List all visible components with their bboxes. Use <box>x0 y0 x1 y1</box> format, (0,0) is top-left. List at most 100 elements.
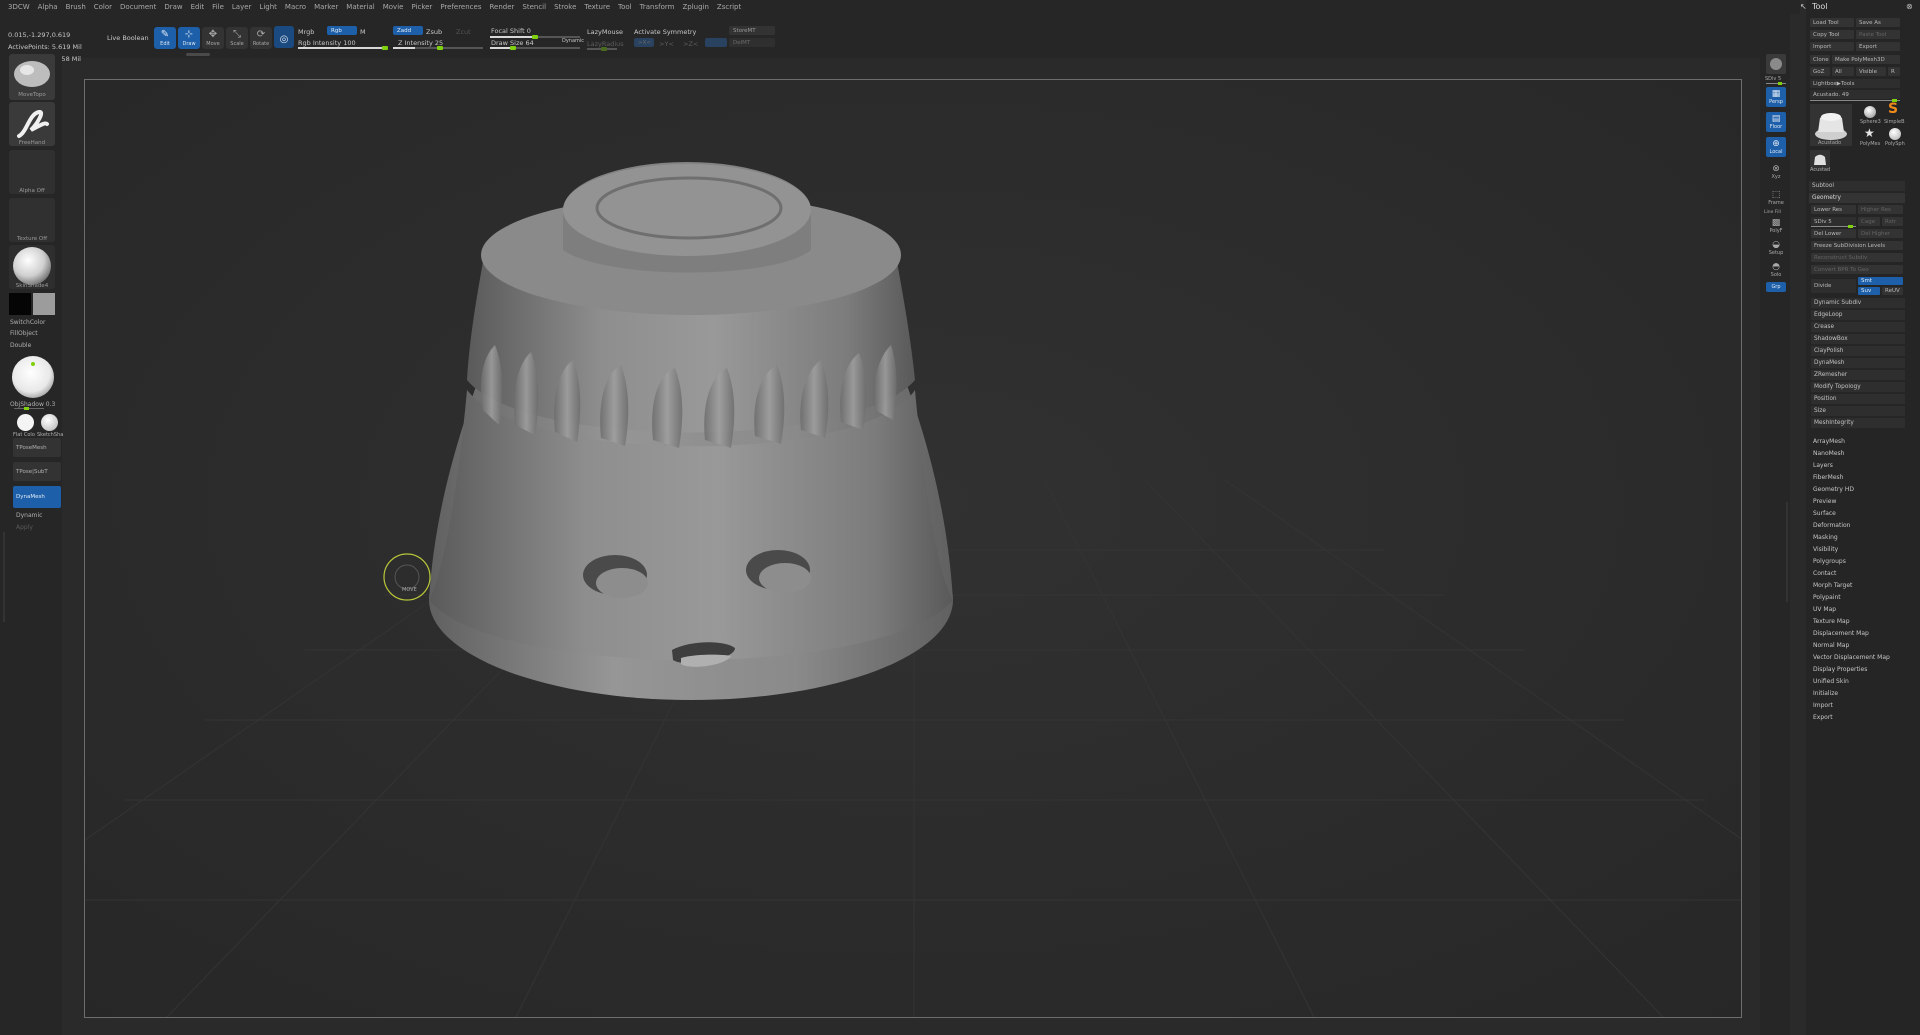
storemt-button[interactable]: StoreMT <box>729 26 775 35</box>
menu-item-picker[interactable]: Picker <box>411 3 432 11</box>
objshadow-slider[interactable] <box>14 407 44 410</box>
current-tool-slider[interactable]: Acustado. 49 <box>1810 90 1900 99</box>
clone-button[interactable]: Clone <box>1810 55 1830 64</box>
section-contact[interactable]: Contact <box>1813 570 1836 577</box>
rgb-button[interactable]: Rgb <box>327 26 357 35</box>
smt-button[interactable]: Smt <box>1858 277 1903 285</box>
geometry-item-position[interactable]: Position <box>1811 394 1905 405</box>
simplebrush-icon[interactable]: S <box>1888 101 1898 117</box>
menu-item-zplugin[interactable]: Zplugin <box>682 3 708 11</box>
goz-r-button[interactable]: R <box>1888 67 1900 76</box>
section-polypaint[interactable]: Polypaint <box>1813 594 1841 601</box>
rgb-intensity-track[interactable] <box>298 46 388 50</box>
del-higher-button[interactable]: Del Higher <box>1858 229 1903 238</box>
subtool-section[interactable]: Subtool <box>1809 181 1905 192</box>
del-lower-button[interactable]: Del Lower <box>1811 229 1856 238</box>
menu-item-layer[interactable]: Layer <box>232 3 252 11</box>
grp-button[interactable]: Grp <box>1766 282 1786 292</box>
geometry-item-crease[interactable]: Crease <box>1811 322 1905 333</box>
section-polygroups[interactable]: Polygroups <box>1813 558 1846 565</box>
freeze-subdivision-button[interactable]: Freeze SubDivision Levels <box>1811 241 1903 250</box>
sdiv-slider[interactable] <box>1766 82 1786 85</box>
section-geometry-hd[interactable]: Geometry HD <box>1813 486 1854 493</box>
live-boolean-button[interactable]: Live Boolean <box>107 34 149 42</box>
goz-button[interactable]: GoZ <box>1810 67 1830 76</box>
mrgb-button[interactable]: Mrgb <box>298 28 314 36</box>
floor-button[interactable]: ▤ Floor <box>1766 112 1786 132</box>
current-tool-slider-track[interactable] <box>1810 99 1900 102</box>
focal-shift-slider[interactable]: Focal Shift 0 <box>491 27 531 35</box>
zadd-button[interactable]: Zadd <box>393 26 423 35</box>
xyz-button[interactable]: ⊗ Xyz <box>1766 162 1786 182</box>
menu-item-draw[interactable]: Draw <box>164 3 182 11</box>
gizmo-button[interactable]: ◎ <box>274 26 294 48</box>
section-surface[interactable]: Surface <box>1813 510 1836 517</box>
left-scroll-handle[interactable] <box>3 532 5 622</box>
section-export[interactable]: Export <box>1813 714 1833 721</box>
paste-tool-button[interactable]: Paste Tool <box>1856 30 1900 39</box>
section-masking[interactable]: Masking <box>1813 534 1838 541</box>
lazymouse-button[interactable]: LazyMouse <box>587 28 623 36</box>
zcut-button[interactable]: Zcut <box>456 28 471 36</box>
section-visibility[interactable]: Visibility <box>1813 546 1838 553</box>
section-preview[interactable]: Preview <box>1813 498 1836 505</box>
apply-button[interactable]: Apply <box>16 524 33 531</box>
frame-button[interactable]: ⬚ Frame <box>1766 188 1786 208</box>
secondary-color-swatch[interactable] <box>33 293 55 315</box>
setup-button[interactable]: ◒ Setup <box>1766 238 1786 258</box>
section-texture-map[interactable]: Texture Map <box>1813 618 1850 625</box>
geometry-item-zremesher[interactable]: ZRemesher <box>1811 370 1905 381</box>
objshadow-dial[interactable] <box>10 354 56 400</box>
menu-item-file[interactable]: File <box>212 3 224 11</box>
solo-button[interactable]: ◓ Solo <box>1766 260 1786 280</box>
menu-item-material[interactable]: Material <box>346 3 374 11</box>
convert-bpr-button[interactable]: Convert BPR To Geo <box>1811 265 1903 274</box>
geometry-item-size[interactable]: Size <box>1811 406 1905 417</box>
menu-item-tool[interactable]: Tool <box>618 3 632 11</box>
persp-button[interactable]: ▦ Persp <box>1766 87 1786 107</box>
zsub-button[interactable]: Zsub <box>426 28 442 36</box>
bpr-render-button[interactable] <box>1766 54 1786 74</box>
dynamic-subdiv-button[interactable]: Dynamic <box>16 512 42 519</box>
local-button[interactable]: ⊕ Local <box>1766 137 1786 157</box>
menu-item-color[interactable]: Color <box>94 3 112 11</box>
sketch-shaded-sphere-icon[interactable] <box>41 414 58 431</box>
rgb-intensity-slider[interactable]: Rgb Intensity 100 <box>298 39 356 47</box>
tposemesh-button[interactable]: TPoseMesh <box>13 438 61 457</box>
dynamic-button[interactable]: Dynamic <box>562 38 584 44</box>
menu-item-3dcw[interactable]: 3DCW <box>8 3 30 11</box>
geometry-item-claypolish[interactable]: ClayPolish <box>1811 346 1905 357</box>
menu-item-marker[interactable]: Marker <box>314 3 338 11</box>
m-button[interactable]: M <box>360 28 366 36</box>
geometry-item-modify-topology[interactable]: Modify Topology <box>1811 382 1905 393</box>
panel-close-icon[interactable]: ⊗ <box>1906 2 1913 11</box>
section-nanomesh[interactable]: NanoMesh <box>1813 450 1844 457</box>
move-button[interactable]: ✥ Move <box>202 27 224 49</box>
menu-item-movie[interactable]: Movie <box>383 3 404 11</box>
fill-object-button[interactable]: FillObject <box>10 330 38 337</box>
save-as-button[interactable]: Save As <box>1856 18 1900 27</box>
rotate-button[interactable]: ⟳ Rotate <box>250 27 272 49</box>
goz-all-button[interactable]: All <box>1832 67 1854 76</box>
tpose-subt-button[interactable]: TPose|SubT <box>13 462 61 481</box>
make-polymesh-button[interactable]: Make PolyMesh3D <box>1832 55 1900 64</box>
import-button[interactable]: Import <box>1810 42 1854 51</box>
section-arraymesh[interactable]: ArrayMesh <box>1813 438 1845 445</box>
reuv-button[interactable]: ReUV <box>1882 287 1903 295</box>
goz-visible-button[interactable]: Visible <box>1856 67 1886 76</box>
geometry-item-meshintegrity[interactable]: MeshIntegrity <box>1811 418 1905 429</box>
symmetry-y-button[interactable]: >Y< <box>659 40 674 48</box>
activate-symmetry-button[interactable]: Activate Symmetry <box>634 28 696 36</box>
section-morph-target[interactable]: Morph Target <box>1813 582 1852 589</box>
section-display-properties[interactable]: Display Properties <box>1813 666 1867 673</box>
z-intensity-track[interactable] <box>393 46 483 50</box>
menu-item-stencil[interactable]: Stencil <box>522 3 546 11</box>
section-displacement-map[interactable]: Displacement Map <box>1813 630 1869 637</box>
flat-color-sphere-icon[interactable] <box>17 414 34 431</box>
menu-item-brush[interactable]: Brush <box>66 3 86 11</box>
reconstruct-subdiv-button[interactable]: Reconstruct Subdiv <box>1811 253 1903 262</box>
3d-model[interactable] <box>429 162 953 700</box>
menu-item-zscript[interactable]: Zscript <box>717 3 741 11</box>
menu-item-texture[interactable]: Texture <box>584 3 610 11</box>
section-deformation[interactable]: Deformation <box>1813 522 1850 529</box>
